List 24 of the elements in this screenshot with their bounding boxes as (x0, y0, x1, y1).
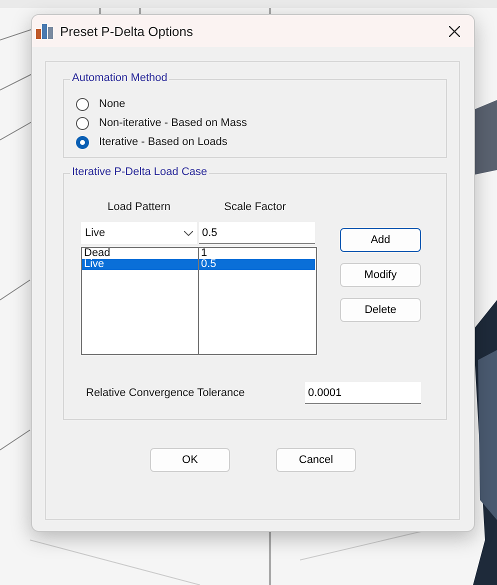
dialog-button[interactable]: Cancel (276, 448, 356, 472)
column-header: Scale Factor (223, 201, 287, 213)
list-cell[interactable]: Dead (82, 248, 198, 259)
tolerance-field[interactable]: 0.0001 (305, 382, 421, 404)
window-title: Preset P-Delta Options (60, 24, 194, 38)
tolerance-label: Relative Convergence Tolerance (86, 387, 245, 399)
dialog-button[interactable]: OK (150, 448, 230, 472)
list-cell[interactable]: Live (82, 259, 198, 270)
radio-option[interactable]: None (76, 97, 446, 111)
list-cell[interactable]: 1 (199, 248, 315, 259)
list-cell[interactable]: 0.5 (199, 259, 315, 270)
action-button[interactable]: Delete (340, 298, 421, 322)
app-icon (36, 23, 54, 39)
action-button[interactable]: Add (340, 228, 421, 252)
group-title: Iterative P-Delta Load Case (70, 166, 210, 178)
close-icon (448, 26, 460, 36)
group-title: Automation Method (70, 72, 170, 84)
radio-option[interactable]: Non-iterative - Based on Mass (76, 116, 446, 130)
load-pattern-dropdown[interactable]: Live (81, 222, 197, 244)
action-button[interactable]: Modify (340, 263, 421, 287)
column-header: Load Pattern (106, 201, 172, 213)
scale-factor-field[interactable]: 0.5 (199, 222, 315, 244)
chevron-down-icon (184, 230, 193, 236)
radio-option[interactable]: Iterative - Based on Loads (76, 135, 446, 149)
